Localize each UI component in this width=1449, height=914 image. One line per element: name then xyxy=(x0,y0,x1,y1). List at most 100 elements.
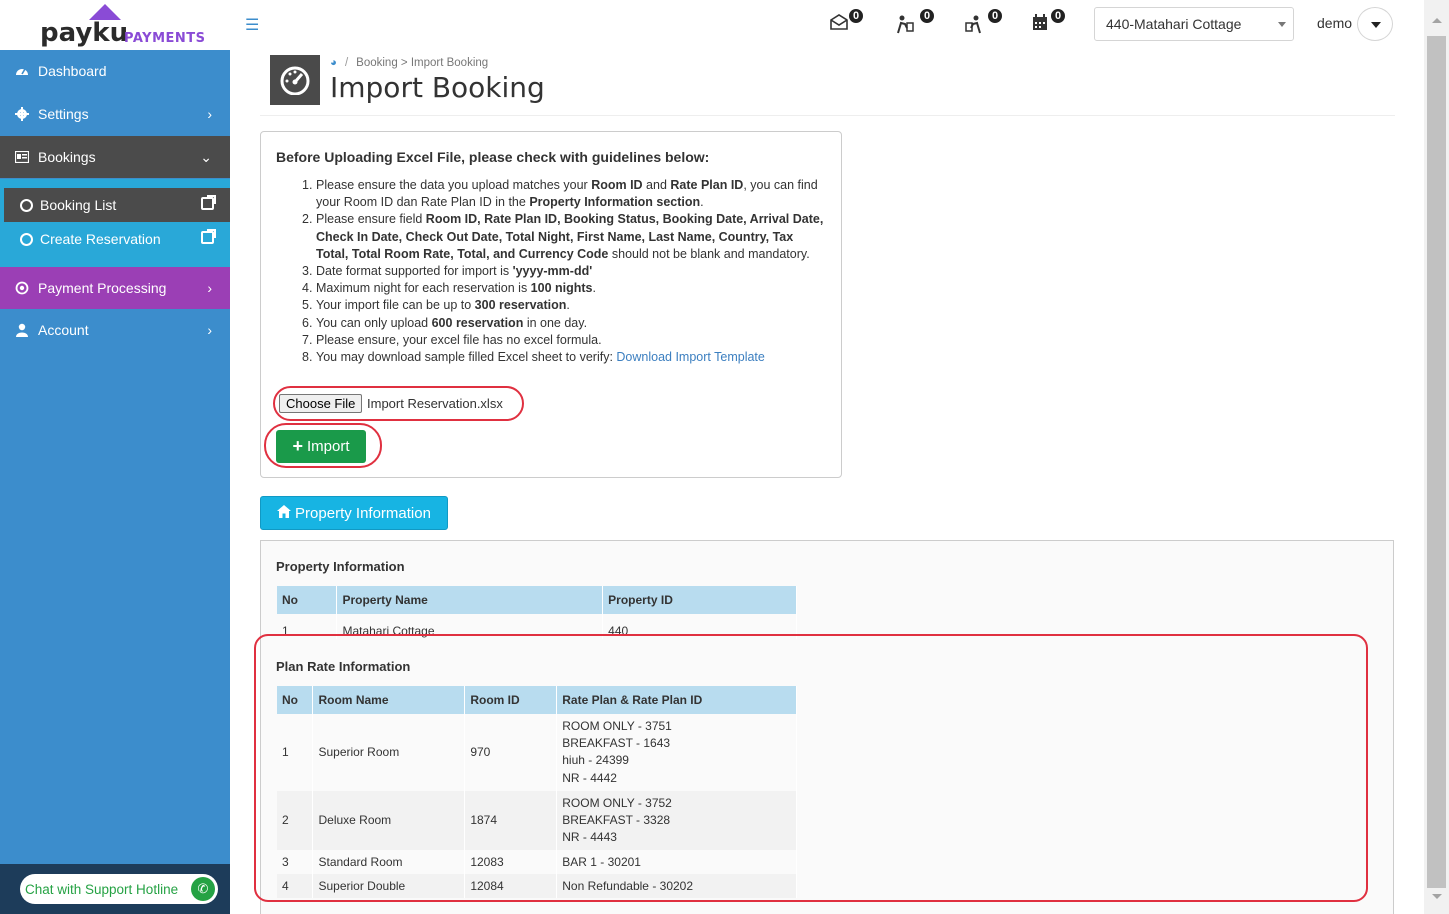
brand-logo[interactable]: payku PAYMENTS xyxy=(0,0,230,50)
table-row: 1 Matahari Cottage 440 xyxy=(277,614,797,639)
check-out-badge: 0 xyxy=(986,7,1004,25)
guideline-item: 7. Please ensure, your excel file has no … xyxy=(302,332,602,347)
sidebar-item-label: Booking List xyxy=(40,197,117,213)
home-icon xyxy=(277,505,292,521)
guidelines-list: 1. Please ensure the data you upload matc… xyxy=(302,177,824,366)
sidebar-item-payment-processing[interactable]: Payment Processing › xyxy=(0,267,230,309)
circle-icon xyxy=(20,232,33,246)
sidebar-item-label: Settings xyxy=(38,106,89,122)
table-cell: Superior Double xyxy=(312,873,466,898)
file-input-highlight: Choose File Import Reservation.xlsx xyxy=(273,386,524,421)
table-cell: Deluxe Room xyxy=(312,790,466,850)
guideline-item: 3. Date format supported for import is 'y… xyxy=(302,264,593,279)
plan-rate-table: No Room Name Room ID Rate Plan & Rate Pl… xyxy=(277,686,797,898)
rate-plan: BREAKFAST - 3328 xyxy=(562,812,671,827)
table-header: Room Name xyxy=(312,686,466,714)
table-row: 4 Superior Double 12084 Non Refundable -… xyxy=(277,873,797,898)
table-cell: 970 xyxy=(464,714,558,791)
home-dashboard-icon[interactable]: ◕ xyxy=(330,57,337,69)
sidebar-item-label: Account xyxy=(38,322,89,338)
sidebar-item-label: Dashboard xyxy=(38,63,107,79)
import-button[interactable]: + Import xyxy=(276,430,366,463)
rate-plan: hiuh - 24399 xyxy=(562,753,629,768)
plus-icon: + xyxy=(292,436,303,456)
page-scrollbar[interactable] xyxy=(1424,0,1449,914)
rate-plan: NR - 4443 xyxy=(562,829,617,844)
speedometer-icon xyxy=(270,55,320,105)
check-in-badge: 0 xyxy=(918,7,936,25)
menu-toggle-icon[interactable]: ☰ xyxy=(245,15,259,35)
property-information-label: Property Information xyxy=(295,504,431,522)
calendar-badge: 0 xyxy=(1049,7,1067,25)
external-link-icon xyxy=(201,229,216,244)
table-cell: 1 xyxy=(277,714,314,791)
sidebar-item-booking-list[interactable]: Booking List xyxy=(4,188,230,222)
property-info-title: Property Information xyxy=(276,559,405,574)
gear-icon xyxy=(15,107,29,121)
table-header: No xyxy=(277,686,314,714)
chat-support-button[interactable]: Chat with Support Hotline ✆ xyxy=(20,874,218,904)
sidebar-item-create-reservation[interactable]: Create Reservation xyxy=(4,222,230,256)
chevron-right-icon: › xyxy=(207,106,212,122)
breadcrumb: ◕ / Booking > Import Booking xyxy=(330,57,488,69)
table-header: No xyxy=(277,586,338,614)
table-cell: 1 xyxy=(277,614,338,639)
check-in-icon[interactable] xyxy=(895,14,915,34)
bookings-submenu: Booking List Create Reservation xyxy=(0,179,230,267)
chevron-down-icon: ⌄ xyxy=(200,149,212,165)
scroll-down-arrow-icon[interactable] xyxy=(1432,894,1442,899)
page-title: Import Booking xyxy=(330,71,545,104)
user-name: demo xyxy=(1317,15,1353,31)
property-table: No Property Name Property ID 1 Matahari … xyxy=(277,586,797,639)
table-cell: Superior Room xyxy=(312,714,466,791)
guideline-item: 1. Please ensure the data you upload matc… xyxy=(302,178,818,210)
table-header: Property Name xyxy=(336,586,604,614)
table-cell: ROOM ONLY - 3751 BREAKFAST - 1643 hiuh -… xyxy=(556,714,797,791)
sidebar-item-label: Payment Processing xyxy=(38,280,167,296)
sidebar-item-dashboard[interactable]: Dashboard xyxy=(0,50,230,92)
chevron-right-icon: › xyxy=(207,322,212,338)
import-button-label: Import xyxy=(307,438,350,455)
brand-sub: PAYMENTS xyxy=(124,31,206,46)
plan-rate-title: Plan Rate Information xyxy=(276,659,411,674)
top-header: ☰ 0 0 0 0 440-Matahari Cottage demo xyxy=(230,0,1449,50)
property-information-button[interactable]: Property Information xyxy=(260,496,448,530)
support-bar: Chat with Support Hotline ✆ xyxy=(0,864,230,914)
table-header: Property ID xyxy=(602,586,797,614)
table-header: Rate Plan & Rate Plan ID xyxy=(556,686,797,714)
sidebar-item-label: Create Reservation xyxy=(40,231,161,247)
table-cell: 4 xyxy=(277,873,314,898)
table-cell: 3 xyxy=(277,849,314,874)
table-cell: 12084 xyxy=(464,873,558,898)
scroll-thumb[interactable] xyxy=(1427,36,1446,888)
guidelines-card: Before Uploading Excel File, please chec… xyxy=(260,131,842,478)
mail-badge: 0 xyxy=(847,7,865,25)
brand-name: payku xyxy=(40,18,129,48)
table-cell: ROOM ONLY - 3752 BREAKFAST - 3328 NR - 4… xyxy=(556,790,797,850)
property-select[interactable]: 440-Matahari Cottage xyxy=(1094,7,1294,41)
breadcrumb-text: Booking > Import Booking xyxy=(356,57,489,69)
guidelines-title: Before Uploading Excel File, please chec… xyxy=(276,149,710,165)
sidebar-item-label: Bookings xyxy=(38,149,96,165)
download-template-link[interactable]: Download Import Template xyxy=(616,350,764,364)
bookings-icon xyxy=(15,150,29,164)
sidebar-item-settings[interactable]: Settings › xyxy=(0,93,230,135)
rate-plan: ROOM ONLY - 3752 xyxy=(562,795,672,810)
table-row: 1 Superior Room 970 ROOM ONLY - 3751 BRE… xyxy=(277,714,797,791)
page-header: ◕ / Booking > Import Booking Import Bookin… xyxy=(260,50,1395,116)
guideline-item: 5. Your import file can be up to 300 rese… xyxy=(302,298,570,313)
table-row: 2 Deluxe Room 1874 ROOM ONLY - 3752 BREA… xyxy=(277,790,797,850)
sidebar-item-bookings[interactable]: Bookings ⌄ xyxy=(0,136,230,178)
guideline-item: 8. You may download sample filled Excel s… xyxy=(302,350,765,365)
chat-support-label: Chat with Support Hotline xyxy=(25,881,179,897)
user-menu-button[interactable] xyxy=(1357,7,1393,41)
scroll-up-arrow-icon[interactable] xyxy=(1432,18,1442,23)
check-out-icon[interactable] xyxy=(964,14,984,34)
property-select-value: 440-Matahari Cottage xyxy=(1106,16,1242,32)
chevron-right-icon: › xyxy=(207,280,212,296)
sidebar-item-account[interactable]: Account › xyxy=(0,309,230,351)
external-link-icon xyxy=(201,195,216,210)
table-cell: Standard Room xyxy=(312,849,466,874)
dashboard-icon xyxy=(15,64,29,78)
choose-file-button[interactable]: Choose File xyxy=(279,394,363,413)
